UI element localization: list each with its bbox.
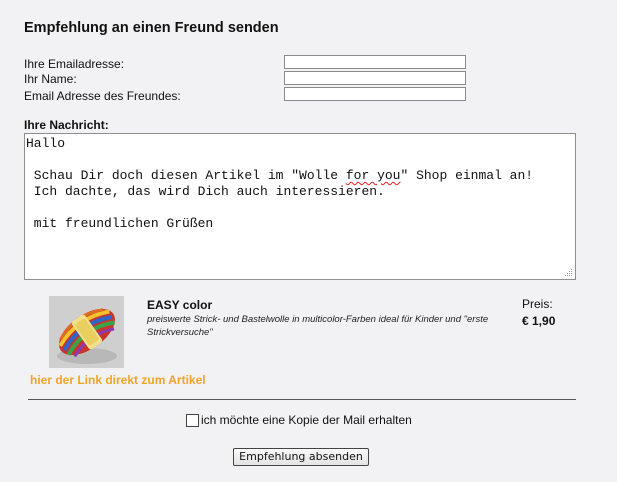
friend-email-label: Email Adresse des Freundes: <box>24 89 181 103</box>
price-label: Preis: <box>522 297 553 311</box>
copy-label[interactable]: ich möchte eine Kopie der Mail erhalten <box>201 413 412 427</box>
message-text: Schau Dir doch diesen Artikel im "Wolle <box>26 168 346 183</box>
name-label: Ihr Name: <box>24 72 77 86</box>
resize-grip-icon[interactable] <box>563 267 573 277</box>
email-field[interactable] <box>284 55 466 69</box>
product-name: EASY color <box>147 298 213 312</box>
name-field[interactable] <box>284 71 466 85</box>
price-value: € 1,90 <box>522 314 556 328</box>
message-textarea[interactable]: Hallo Schau Dir doch diesen Artikel im "… <box>24 133 576 280</box>
message-line: Hallo <box>26 136 66 151</box>
message-line <box>26 200 575 216</box>
copy-option: ich möchte eine Kopie der Mail erhalten <box>186 413 412 427</box>
message-line <box>26 152 575 168</box>
yarn-ball-image[interactable] <box>49 296 124 368</box>
page-title: Empfehlung an einen Freund senden <box>24 20 279 36</box>
message-line: mit freundlichen Grüßen <box>26 216 214 231</box>
submit-button[interactable]: Empfehlung absenden <box>233 448 369 466</box>
message-line: Schau Dir doch diesen Artikel im "Wolle … <box>26 168 575 184</box>
message-label: Ihre Nachricht: <box>24 118 109 132</box>
spellcheck-word: for you <box>345 168 401 183</box>
email-label: Ihre Emailadresse: <box>24 57 125 71</box>
article-link[interactable]: hier der Link direkt zum Artikel <box>30 373 206 387</box>
product-description: preiswerte Strick- und Bastelwolle in mu… <box>147 314 489 338</box>
divider <box>28 399 576 400</box>
friend-email-field[interactable] <box>284 87 466 101</box>
message-line: Ich dachte, das wird Dich auch interessi… <box>26 184 385 199</box>
copy-checkbox[interactable] <box>186 413 199 427</box>
message-text: " Shop einmal an! <box>400 168 534 183</box>
